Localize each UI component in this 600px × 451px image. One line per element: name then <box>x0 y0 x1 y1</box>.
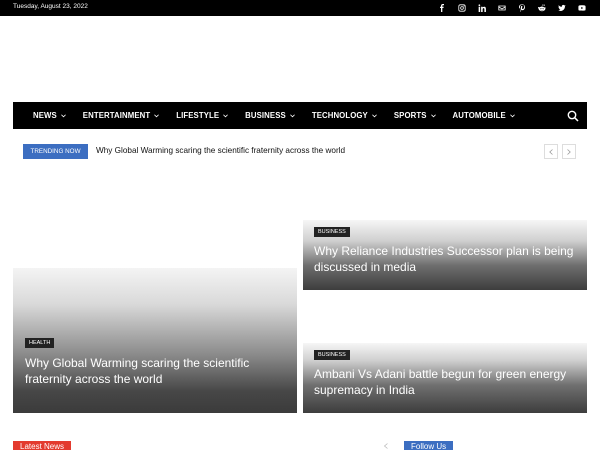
youtube-icon[interactable] <box>577 2 586 14</box>
chevron-down-icon <box>371 113 377 118</box>
chevron-down-icon <box>289 113 295 118</box>
nav-item-label: BUSINESS <box>245 111 286 120</box>
nav-item-label: TECHNOLOGY <box>311 111 368 120</box>
social-links <box>437 2 586 14</box>
chevron-down-icon <box>430 113 436 118</box>
chevron-down-icon <box>154 113 160 118</box>
reddit-icon[interactable] <box>537 2 546 14</box>
trending-prev-button[interactable] <box>544 144 558 159</box>
chevron-down-icon <box>223 113 229 118</box>
trending-next-button[interactable] <box>562 144 576 159</box>
article-title[interactable]: Ambani Vs Adani battle begun for green e… <box>314 366 579 398</box>
featured-article-secondary[interactable]: BUSINESS Why Reliance Industries Success… <box>303 220 587 290</box>
nav-item-automobile[interactable]: AUTOMOBILE <box>453 111 515 120</box>
article-title[interactable]: Why Reliance Industries Successor plan i… <box>314 243 579 275</box>
category-badge[interactable]: BUSINESS <box>314 227 350 237</box>
pinterest-icon[interactable] <box>517 2 526 14</box>
current-date: Tuesday, August 23, 2022 <box>13 3 88 10</box>
twitter-icon[interactable] <box>557 2 566 14</box>
mail-icon[interactable] <box>497 2 506 14</box>
chevron-left-icon <box>549 148 553 155</box>
search-icon[interactable] <box>567 109 579 122</box>
nav-item-entertainment[interactable]: ENTERTAINMENT <box>82 111 160 120</box>
chevron-right-icon <box>567 148 571 155</box>
instagram-icon[interactable] <box>457 2 466 14</box>
category-badge[interactable]: HEALTH <box>25 338 55 348</box>
nav-item-lifestyle[interactable]: LIFESTYLE <box>176 111 229 120</box>
nav-item-business[interactable]: BUSINESS <box>245 111 295 120</box>
article-title[interactable]: Why Global Warming scaring the scientifi… <box>25 355 285 387</box>
facebook-icon[interactable] <box>437 2 446 14</box>
nav-item-technology[interactable]: TECHNOLOGY <box>312 111 377 120</box>
nav-item-label: ENTERTAINMENT <box>82 111 151 120</box>
nav-item-label: AUTOMOBILE <box>452 111 506 120</box>
nav-item-news[interactable]: NEWS <box>33 111 66 120</box>
nav-item-label: NEWS <box>33 111 57 120</box>
article-image <box>13 268 297 413</box>
chevron-down-icon <box>509 113 515 118</box>
trending-now-badge: TRENDING NOW <box>23 144 88 159</box>
top-bar: Tuesday, August 23, 2022 <box>0 0 600 16</box>
nav-items: NEWS ENTERTAINMENT LIFESTYLE BUSINESS TE… <box>33 102 532 129</box>
follow-us-heading: Follow Us <box>404 441 454 450</box>
category-badge[interactable]: BUSINESS <box>314 350 350 360</box>
featured-article-tertiary[interactable]: BUSINESS Ambani Vs Adani battle begun fo… <box>303 343 587 413</box>
linkedin-icon[interactable] <box>477 2 486 14</box>
nav-item-label: SPORTS <box>393 111 427 120</box>
nav-item-label: LIFESTYLE <box>176 111 220 120</box>
trending-headline-link[interactable]: Why Global Warming scaring the scientifi… <box>96 146 345 155</box>
main-nav: NEWS ENTERTAINMENT LIFESTYLE BUSINESS TE… <box>13 102 587 129</box>
latest-news-heading: Latest News <box>13 441 72 450</box>
featured-article-main[interactable]: HEALTH Why Global Warming scaring the sc… <box>13 268 297 413</box>
chevron-down-icon <box>60 113 66 118</box>
nav-item-sports[interactable]: SPORTS <box>394 111 436 120</box>
